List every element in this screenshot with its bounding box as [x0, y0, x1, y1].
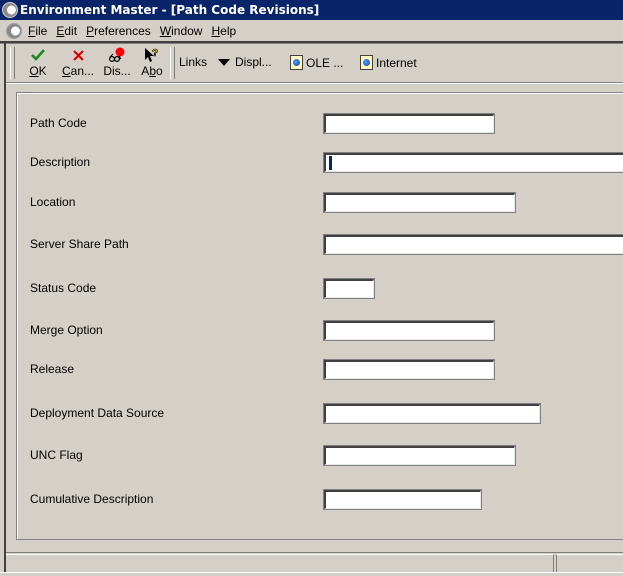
text-caret — [329, 156, 332, 170]
globe-document-icon — [360, 55, 373, 70]
merge-option-input[interactable] — [323, 320, 495, 341]
cancel-label-rest: an... — [70, 64, 95, 78]
ole-button[interactable]: OLE ... — [290, 55, 343, 70]
pointer-question-icon: ? — [143, 46, 161, 64]
menu-window[interactable]: Window — [160, 24, 203, 38]
cumulative-description-input[interactable] — [323, 489, 482, 510]
deployment-data-source-input[interactable] — [323, 403, 541, 424]
display-label: Dis... — [103, 64, 131, 78]
about-label-rest: o — [156, 64, 163, 78]
menu-preferences[interactable]: Preferences — [86, 24, 151, 38]
ok-mnemonic: O — [29, 64, 39, 78]
cumulative-description-label: Cumulative Description — [30, 492, 154, 506]
internet-label: Internet — [376, 55, 417, 70]
checkmark-icon — [31, 46, 45, 64]
about-mnemonic: b — [149, 64, 156, 78]
toolbar-grip-2[interactable] — [170, 47, 175, 79]
title-bar: Environment Master - [Path Code Revision… — [0, 0, 623, 20]
release-label: Release — [30, 362, 75, 376]
about-label: Abo — [141, 64, 162, 78]
ok-button[interactable]: OK — [26, 46, 50, 80]
location-input[interactable] — [323, 192, 516, 213]
description-input[interactable] — [323, 152, 623, 173]
toolbar: OK Can... Dis... ? Abo Links Displ... OL… — [6, 44, 623, 82]
menu-edit-label: dit — [64, 23, 78, 38]
about-button[interactable]: ? Abo — [140, 46, 164, 80]
menu-bar: File Edit Preferences Window Help — [0, 20, 623, 41]
status-pane-secondary — [556, 554, 623, 573]
merge-option-label: Merge Option — [30, 323, 103, 337]
deployment-data-source-label: Deployment Data Source — [30, 406, 165, 420]
window-title: Environment Master - [Path Code Revision… — [20, 3, 320, 17]
menu-window-label: indow — [171, 23, 203, 38]
cancel-mnemonic: C — [61, 64, 71, 78]
display-menu-button[interactable]: Displ... — [218, 55, 272, 69]
status-bar — [6, 552, 623, 573]
dropdown-triangle-icon — [218, 58, 230, 66]
toolbar-grip[interactable] — [10, 47, 15, 79]
x-icon — [72, 46, 84, 64]
app-icon[interactable] — [2, 2, 18, 18]
status-pane-main — [6, 554, 554, 573]
status-code-label: Status Code — [30, 281, 97, 295]
server-share-path-label: Server Share Path — [30, 237, 129, 251]
internet-button[interactable]: Internet — [360, 55, 417, 70]
path-code-input[interactable] — [323, 113, 495, 134]
status-code-input[interactable] — [323, 278, 375, 299]
frame-border-left — [4, 41, 6, 572]
menu-help-label: elp — [220, 23, 237, 38]
server-share-path-input[interactable] — [323, 234, 623, 255]
frame-border-bottom — [0, 572, 623, 573]
menu-help-mnemonic: H — [211, 23, 221, 38]
glasses-balloon-icon — [108, 46, 126, 64]
display-menu-label: Displ... — [235, 55, 272, 69]
description-label: Description — [30, 155, 91, 169]
display-button[interactable]: Dis... — [102, 46, 132, 80]
document-icon[interactable] — [6, 22, 22, 39]
svg-text:?: ? — [152, 48, 158, 59]
unc-flag-input[interactable] — [323, 445, 516, 466]
location-label: Location — [30, 195, 76, 209]
ok-label-rest: K — [38, 64, 47, 78]
cancel-label: Can... — [62, 64, 94, 78]
menu-edit[interactable]: Edit — [56, 24, 77, 38]
links-label: Links — [179, 55, 208, 69]
path-code-label: Path Code — [30, 116, 87, 130]
toolbar-divider-highlight — [6, 83, 623, 84]
menu-help[interactable]: Help — [211, 24, 236, 38]
globe-document-icon — [290, 55, 303, 70]
menu-preferences-mnemonic: P — [86, 23, 95, 38]
menu-preferences-label: references — [94, 23, 151, 38]
cancel-button[interactable]: Can... — [60, 46, 96, 80]
ole-label: OLE ... — [306, 55, 344, 70]
menu-window-mnemonic: W — [159, 23, 172, 38]
release-input[interactable] — [323, 359, 495, 380]
unc-flag-label: UNC Flag — [30, 448, 83, 462]
menu-file[interactable]: File — [28, 24, 47, 38]
ok-label: OK — [29, 64, 46, 78]
menu-file-label: ile — [35, 23, 48, 38]
links-button[interactable]: Links — [179, 55, 207, 69]
